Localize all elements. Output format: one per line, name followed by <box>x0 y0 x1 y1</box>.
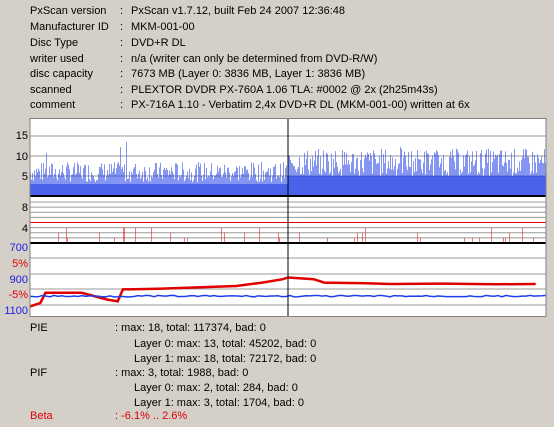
pif-stats-line: : max: 3, total: 1988, bad: 0 <box>115 367 249 379</box>
pie-tick-10: 10 <box>15 151 28 163</box>
pif-tick-4: 4 <box>21 223 28 235</box>
beta-stats: Beta : -6.1% .. 2.6% <box>0 408 554 424</box>
pif-layer0-line: Layer 0: max: 2, total: 284, bad: 0 <box>134 382 298 394</box>
info-value: n/a (writer can only be determined from … <box>131 53 378 65</box>
info-separator: : <box>120 99 124 111</box>
info-value: PxScan v1.7.12, built Feb 24 2007 12:36:… <box>131 5 346 17</box>
info-label: writer used <box>30 53 84 65</box>
info-row: writer used: n/a (writer can only be dete… <box>0 51 554 67</box>
info-row: Disc Type: DVD+R DL <box>0 35 554 51</box>
info-label: disc capacity <box>30 68 93 80</box>
info-label: comment <box>30 99 76 111</box>
info-separator: : <box>120 5 124 17</box>
jitter-tick-900: 900 <box>9 274 28 286</box>
pif-stats-layer0: Layer 0: max: 2, total: 284, bad: 0 <box>0 380 554 396</box>
beta-stats-name: Beta <box>30 410 53 422</box>
beta-stats-line: : -6.1% .. 2.6% <box>115 410 188 422</box>
beta-tick-5pct: 5% <box>12 258 28 270</box>
pie-fill-layer0 <box>30 184 288 196</box>
info-label: scanned <box>30 84 72 96</box>
info-separator: : <box>120 68 124 80</box>
scan-chart: 15 10 5 8 4 700 5% 900 -5% 1100 <box>0 118 554 317</box>
pie-fill-layer1 <box>288 176 546 196</box>
pif-stats-name: PIF <box>30 367 48 379</box>
info-value: PLEXTOR DVDR PX-760A 1.06 TLA: #0002 @ 2… <box>131 84 438 96</box>
pie-stats-total: PIE : max: 18, total: 117374, bad: 0 <box>0 320 554 336</box>
pif-tick-8: 8 <box>21 202 28 214</box>
info-label: Manufacturer ID <box>30 21 109 33</box>
info-row: Manufacturer ID: MKM-001-00 <box>0 19 554 35</box>
info-label: Disc Type <box>30 37 79 49</box>
pie-layer0-line: Layer 0: max: 13, total: 45202, bad: 0 <box>134 338 317 350</box>
info-value: MKM-001-00 <box>131 21 195 33</box>
info-value: 7673 MB (Layer 0: 3836 MB, Layer 1: 3836… <box>131 68 366 80</box>
pie-stats-layer0: Layer 0: max: 13, total: 45202, bad: 0 <box>0 336 554 352</box>
info-separator: : <box>120 53 124 65</box>
pie-tick-15: 15 <box>15 130 28 142</box>
info-row: disc capacity:7673 MB (Layer 0: 3836 MB,… <box>0 66 554 82</box>
beta-tick-minus5pct: -5% <box>8 289 28 301</box>
jitter-tick-1100: 1100 <box>4 305 28 317</box>
info-value: DVD+R DL <box>131 37 186 49</box>
scan-chart-svg <box>29 118 547 317</box>
info-separator: : <box>120 37 124 49</box>
pie-stats-line: : max: 18, total: 117374, bad: 0 <box>115 322 266 334</box>
pif-stats-total: PIF : max: 3, total: 1988, bad: 0 <box>0 365 554 381</box>
info-row: PxScan version: PxScan v1.7.12, built Feb… <box>0 3 554 19</box>
pie-tick-5: 5 <box>21 171 28 183</box>
info-value: PX-716A 1.10 - Verbatim 2,4x DVD+R DL (M… <box>131 99 470 111</box>
jitter-tick-700: 700 <box>9 242 28 254</box>
info-separator: : <box>120 84 124 96</box>
info-row: scanned: PLEXTOR DVDR PX-760A 1.06 TLA: #… <box>0 82 554 98</box>
info-separator: : <box>120 21 124 33</box>
info-label: PxScan version <box>30 5 107 17</box>
pie-stats-name: PIE <box>30 322 48 334</box>
info-row: comment: PX-716A 1.10 - Verbatim 2,4x DVD… <box>0 97 554 113</box>
